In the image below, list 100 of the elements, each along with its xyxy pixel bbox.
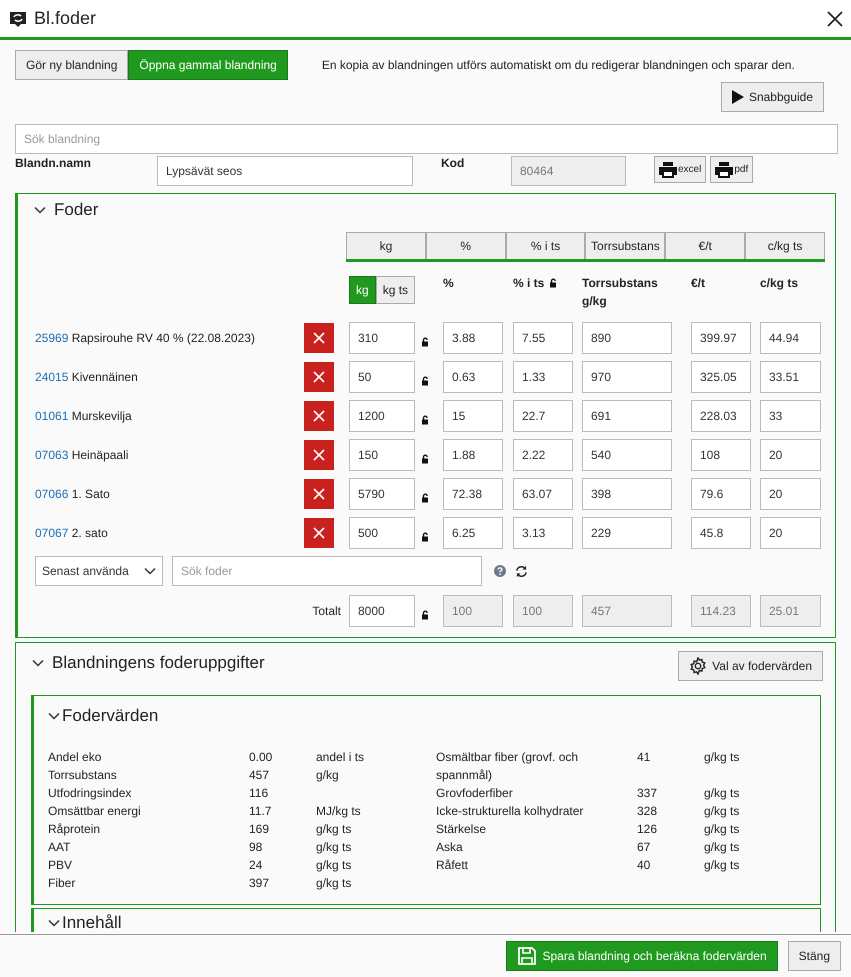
lock-icon[interactable]: [420, 376, 430, 386]
number-field[interactable]: 50: [349, 361, 415, 393]
search-field[interactable]: Sök blandning: [15, 124, 838, 154]
number-field[interactable]: 1.33: [513, 361, 573, 393]
feed-code-link[interactable]: 07063: [35, 448, 68, 462]
number-field[interactable]: 108: [691, 439, 751, 471]
lock-icon[interactable]: [420, 336, 430, 346]
number-field[interactable]: 2.22: [513, 439, 573, 471]
feed-code-link[interactable]: 07067: [35, 526, 68, 540]
delete-button[interactable]: [304, 440, 334, 470]
number-field[interactable]: 325.05: [691, 361, 751, 393]
number-field[interactable]: 20: [760, 439, 821, 471]
feed-code-link[interactable]: 25969: [35, 331, 68, 345]
number-field[interactable]: 691: [582, 400, 672, 432]
delete-button[interactable]: [304, 518, 334, 548]
export-button[interactable]: excel: [654, 156, 706, 183]
mode-tab[interactable]: Öppna gammal blandning: [128, 50, 288, 80]
number-field[interactable]: 3.13: [513, 517, 573, 549]
column-toggle[interactable]: kg: [346, 232, 426, 259]
feed-code-link[interactable]: 24015: [35, 370, 68, 384]
number-field[interactable]: 3.88: [443, 322, 503, 354]
chevron-icon[interactable]: [48, 712, 60, 720]
number-field[interactable]: 79.6: [691, 478, 751, 510]
lock-icon[interactable]: [420, 492, 430, 502]
number-field[interactable]: 0.63: [443, 361, 503, 393]
number-field[interactable]: 500: [349, 517, 415, 549]
mode-tab[interactable]: Gör ny blandning: [15, 50, 128, 80]
value-unit: g/kg ts: [704, 839, 740, 856]
number-field[interactable]: 970: [582, 361, 672, 393]
help-icon[interactable]: [494, 565, 506, 577]
number-field[interactable]: 1200: [349, 400, 415, 432]
value-number: 24: [249, 857, 264, 874]
number-field[interactable]: 63.07: [513, 478, 573, 510]
number-field[interactable]: 72.38: [443, 478, 503, 510]
number-field[interactable]: 150: [349, 439, 415, 471]
number-field[interactable]: 45.8: [691, 517, 751, 549]
guide-button[interactable]: Snabbguide: [720, 82, 824, 112]
chevron-icon[interactable]: [32, 659, 44, 667]
chevron-icon[interactable]: [48, 919, 60, 927]
lock-icon[interactable]: [420, 454, 430, 464]
unit-tab[interactable]: kg: [349, 276, 376, 304]
save-button[interactable]: Spara blandning och beräkna fodervärden: [506, 941, 778, 971]
feed-search-field[interactable]: Sök foder: [172, 556, 482, 586]
chevron-icon[interactable]: [144, 567, 156, 575]
number-field[interactable]: 15: [443, 400, 503, 432]
number-field[interactable]: 228.03: [691, 400, 751, 432]
section-title: Fodervärden: [62, 706, 158, 726]
column-toggle[interactable]: %: [426, 232, 506, 259]
number-field[interactable]: 5790: [349, 478, 415, 510]
number-field[interactable]: 100: [443, 595, 503, 627]
number-field[interactable]: 33: [760, 400, 821, 432]
printer-icon: [659, 162, 677, 178]
number-field[interactable]: 1.88: [443, 439, 503, 471]
column-toggle[interactable]: €/t: [665, 232, 746, 259]
column-header: Torrsubstans g/kg: [582, 276, 658, 308]
delete-button[interactable]: [304, 362, 334, 392]
number-field[interactable]: 310: [349, 322, 415, 354]
delete-button[interactable]: [304, 401, 334, 431]
number-field[interactable]: 33.51: [760, 361, 821, 393]
unit-tab[interactable]: kg ts: [376, 276, 416, 304]
number-field[interactable]: 22.7: [513, 400, 573, 432]
number-field[interactable]: 7.55: [513, 322, 573, 354]
number-field[interactable]: 398: [582, 478, 672, 510]
feed-name: 25969 Rapsirouhe RV 40 % (22.08.2023): [35, 331, 255, 345]
code-field[interactable]: 80464: [511, 156, 626, 186]
number-field[interactable]: 6.25: [443, 517, 503, 549]
number-field[interactable]: 100: [513, 595, 573, 627]
export-button[interactable]: pdf: [710, 156, 754, 183]
feed-code-link[interactable]: 01061: [35, 409, 68, 423]
chevron-icon[interactable]: [34, 206, 46, 214]
source-dropdown[interactable]: Senast använda: [35, 556, 163, 586]
number-field[interactable]: 540: [582, 439, 672, 471]
number-field[interactable]: 890: [582, 322, 672, 354]
lock-icon[interactable]: [420, 414, 430, 424]
close-button[interactable]: Stäng: [788, 941, 841, 971]
lock-icon[interactable]: [420, 610, 430, 620]
number-field[interactable]: 399.97: [691, 322, 751, 354]
settings-button[interactable]: Val av fodervärden: [678, 651, 823, 681]
number-field[interactable]: 25.01: [760, 595, 821, 627]
number-field[interactable]: 20: [760, 517, 821, 549]
column-toggle[interactable]: Torrsubstans: [585, 232, 666, 259]
value-unit: g/kg ts: [704, 749, 740, 766]
number-field[interactable]: 114.23: [691, 595, 751, 627]
number-field[interactable]: 457: [582, 595, 672, 627]
delete-button[interactable]: [304, 479, 334, 509]
name-field[interactable]: Lypsävät seos: [157, 156, 413, 186]
number-field[interactable]: 44.94: [760, 322, 821, 354]
feed-code-link[interactable]: 07066: [35, 487, 68, 501]
number-field[interactable]: 8000: [349, 595, 415, 627]
number-field[interactable]: 20: [760, 478, 821, 510]
delete-button[interactable]: [304, 323, 334, 353]
lock-icon[interactable]: [420, 532, 430, 542]
refresh-icon[interactable]: [515, 564, 528, 578]
column-toggle[interactable]: c/kg ts: [745, 232, 825, 259]
lock-icon[interactable]: [548, 278, 558, 288]
value-number: 457: [249, 767, 270, 784]
close-icon[interactable]: [827, 10, 843, 26]
column-toggle[interactable]: % i ts: [506, 232, 586, 259]
value-label: Utfodringsindex: [48, 785, 132, 802]
number-field[interactable]: 229: [582, 517, 672, 549]
